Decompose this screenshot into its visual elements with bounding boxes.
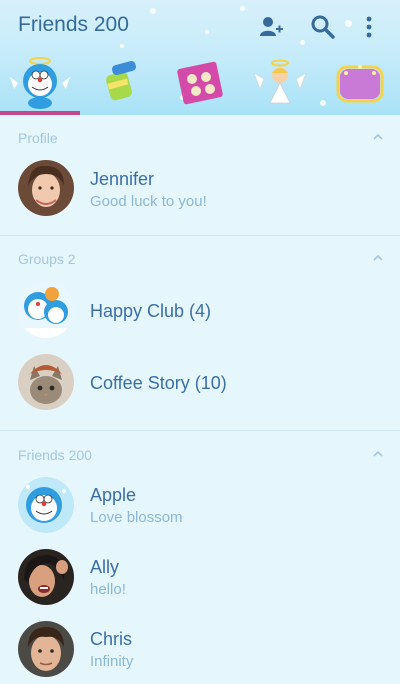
section-label: Profile [18, 130, 58, 146]
groups-section-header[interactable]: Groups 2 [0, 236, 400, 280]
search-icon[interactable] [310, 14, 336, 40]
friends-list: Profile Jennifer Good luck to you! Group… [0, 115, 400, 684]
chevron-up-icon[interactable] [372, 448, 384, 460]
group-avatar[interactable] [18, 354, 74, 410]
contact-status: Love blossom [90, 509, 183, 526]
group-name: Coffee Story (10) [90, 373, 227, 393]
sticker-tab-bar [0, 54, 400, 112]
friend-row[interactable]: Ally hello! [0, 542, 400, 612]
avatar[interactable] [18, 477, 74, 533]
friend-row[interactable]: Apple Love blossom [0, 470, 400, 540]
profile-row[interactable]: Jennifer Good luck to you! [0, 153, 400, 223]
snow-decoration [345, 20, 352, 27]
contact-status: hello! [90, 581, 126, 598]
chevron-up-icon[interactable] [372, 252, 384, 264]
section-label: Friends 200 [18, 447, 92, 463]
angel-tab[interactable] [240, 54, 320, 112]
contact-name: Jennifer [90, 169, 155, 189]
group-name: Happy Club (4) [90, 301, 212, 321]
avatar[interactable] [18, 621, 74, 677]
contact-name: Chris [90, 629, 133, 649]
snow-decoration [120, 44, 124, 48]
snow-decoration [300, 40, 305, 45]
group-row[interactable]: Coffee Story (10) [0, 347, 400, 417]
snow-decoration [240, 6, 245, 11]
contact-status: Good luck to you! [90, 193, 207, 210]
doraemon-angel-tab[interactable] [0, 54, 80, 112]
group-row[interactable]: Happy Club (4) [0, 275, 400, 345]
contact-name: Ally [90, 557, 120, 577]
contact-status: Infinity [90, 653, 134, 670]
snow-decoration [205, 30, 209, 34]
app-header: Friends 200 [0, 0, 400, 115]
dorayaki-bag-tab[interactable] [160, 54, 240, 112]
avatar[interactable] [18, 549, 74, 605]
divider [0, 430, 400, 431]
friend-row[interactable]: Chris Infinity [0, 614, 400, 684]
page-title: Friends 200 [18, 13, 129, 36]
avatar[interactable] [18, 160, 74, 216]
section-label: Groups 2 [18, 251, 76, 267]
add-friend-icon[interactable] [258, 14, 284, 40]
treasure-box-tab[interactable] [320, 54, 400, 112]
more-menu-icon[interactable] [362, 14, 376, 40]
chevron-up-icon[interactable] [372, 131, 384, 143]
snow-decoration [150, 8, 156, 14]
bamboo-copter-tab[interactable] [80, 54, 160, 112]
group-avatar[interactable] [18, 282, 74, 338]
contact-name: Apple [90, 485, 137, 505]
